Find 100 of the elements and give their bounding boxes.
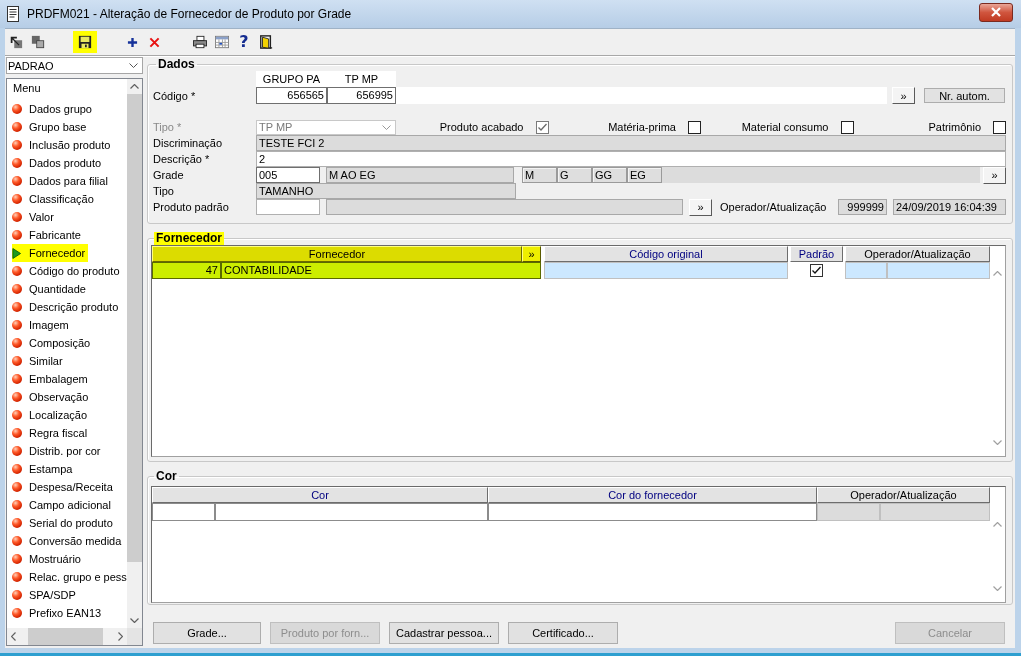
checkbox[interactable]: [840, 120, 854, 134]
menu-item[interactable]: Regra fiscal: [12, 424, 91, 442]
section-title: Fornecedor: [154, 232, 224, 245]
chevron-right-icon[interactable]: [118, 632, 123, 641]
bullet-icon: [12, 464, 22, 474]
menu-item[interactable]: Imagem: [12, 316, 72, 334]
lookup-button[interactable]: »: [689, 198, 712, 216]
column-header[interactable]: Padrão: [790, 246, 843, 262]
menu-item[interactable]: Localização: [12, 406, 91, 424]
code-field[interactable]: 656565: [256, 87, 327, 104]
bullet-icon: [12, 500, 22, 510]
column-header[interactable]: Cor do fornecedor: [488, 487, 817, 503]
bullet-icon: [12, 122, 22, 132]
chevron-down-icon[interactable]: [993, 440, 1002, 445]
menu-item[interactable]: Serial do produto: [12, 514, 116, 532]
menu-item[interactable]: Despesa/Receita: [12, 478, 116, 496]
bullet-icon: [12, 266, 22, 276]
chevron-up-icon[interactable]: [993, 271, 1002, 276]
field-label: Tipo: [153, 185, 175, 197]
menu-item[interactable]: Descrição produto: [12, 298, 122, 316]
field-label: Grade: [153, 169, 185, 181]
menu-item[interactable]: Similar: [12, 352, 66, 370]
bullet-icon: [12, 392, 22, 402]
menu-item[interactable]: Classificação: [12, 190, 97, 208]
code-field[interactable]: [256, 199, 320, 215]
bullet-icon: [12, 176, 22, 186]
code-field[interactable]: 656995: [327, 87, 396, 104]
lookup-button[interactable]: »: [892, 87, 915, 104]
menu-item[interactable]: Distrib. por cor: [12, 442, 104, 460]
bullet-icon: [12, 572, 22, 582]
input-field[interactable]: [396, 87, 887, 104]
action-button[interactable]: Certificado...: [508, 622, 618, 644]
column-header[interactable]: Código original: [544, 246, 788, 262]
action-button[interactable]: Cadastrar pessoa...: [389, 622, 499, 644]
text-field[interactable]: 2: [256, 151, 1006, 167]
bullet-icon: [12, 338, 22, 348]
printer-icon: [193, 35, 207, 49]
text-field[interactable]: 24/09/2019 16:04:39: [893, 199, 1006, 215]
bullet-icon: [12, 212, 22, 222]
scrollbar-corner: [127, 628, 142, 645]
menu-item[interactable]: Valor: [12, 208, 57, 226]
profile-select[interactable]: PADRAO: [6, 57, 143, 74]
bullet-icon: [12, 554, 22, 564]
menu-item[interactable]: Composição: [12, 334, 94, 352]
checkbox-label: Produto acabado: [439, 121, 524, 133]
checkbox[interactable]: [688, 120, 701, 134]
menu-item[interactable]: Inclusão produto: [12, 136, 114, 154]
chevron-down-icon[interactable]: [130, 618, 139, 623]
auto-number-button[interactable]: Nr. autom.: [924, 88, 1005, 103]
menu-item[interactable]: Grupo base: [12, 118, 90, 136]
help-button[interactable]: ?: [233, 31, 255, 53]
size-cell: M: [522, 167, 557, 183]
code-field[interactable]: 005: [256, 167, 320, 183]
menu-item[interactable]: Campo adicional: [12, 496, 114, 514]
lookup-button[interactable]: »: [522, 246, 541, 262]
text-field[interactable]: TAMANHO: [256, 183, 516, 199]
menu-item[interactable]: Prefixo EAN13: [12, 604, 105, 622]
chevron-down-icon[interactable]: [993, 586, 1002, 591]
checkbox[interactable]: [993, 120, 1006, 134]
table-cell: 47: [152, 262, 221, 279]
menu-item[interactable]: Mostruário: [12, 550, 84, 568]
column-header[interactable]: Cor: [152, 487, 488, 503]
bullet-icon: [12, 374, 22, 384]
bullet-icon: [12, 104, 22, 114]
menu-item[interactable]: Código do produto: [12, 262, 123, 280]
menu-item[interactable]: Embalagem: [12, 370, 91, 388]
menu-item[interactable]: Dados produto: [12, 154, 105, 172]
text-field[interactable]: M AO EG: [326, 167, 514, 183]
column-header: GRUPO PA: [256, 71, 327, 87]
save-button[interactable]: [73, 31, 97, 53]
menu-item[interactable]: Dados grupo: [12, 100, 95, 118]
bullet-icon: [12, 590, 22, 600]
close-button[interactable]: [979, 2, 1013, 22]
menu-item[interactable]: Conversão medida: [12, 532, 125, 550]
bullet-icon: [12, 410, 22, 420]
menu-item[interactable]: Observação: [12, 388, 92, 406]
checkbox[interactable]: [810, 264, 823, 277]
column-header[interactable]: Operador/Atualização: [845, 246, 990, 262]
chevron-left-icon[interactable]: [11, 632, 16, 641]
menu-item[interactable]: SPA/SDP: [12, 586, 79, 604]
menu-item[interactable]: Fornecedor: [12, 244, 89, 262]
text-field[interactable]: [326, 199, 683, 215]
chevron-up-icon[interactable]: [130, 84, 139, 89]
menu-item[interactable]: Relac. grupo e pess: [12, 568, 127, 586]
scroll-thumb[interactable]: [28, 628, 103, 645]
column-header[interactable]: Fornecedor: [152, 246, 522, 262]
column-header[interactable]: Operador/Atualização: [817, 487, 990, 503]
section-title: Dados: [157, 58, 196, 71]
menu-item[interactable]: Dados para filial: [12, 172, 111, 190]
chevron-up-icon[interactable]: [993, 522, 1002, 527]
menu-item[interactable]: Quantidade: [12, 280, 89, 298]
text-field[interactable]: TESTE FCI 2: [256, 135, 1006, 151]
text-field[interactable]: 999999: [838, 199, 887, 215]
size-cell: EG: [627, 167, 662, 183]
menu-item[interactable]: Estampa: [12, 460, 76, 478]
size-cell: GG: [592, 167, 627, 183]
document-icon: [6, 6, 20, 22]
horizontal-scrollbar[interactable]: [7, 628, 127, 645]
action-button[interactable]: Grade...: [153, 622, 261, 644]
menu-item[interactable]: Fabricante: [12, 226, 84, 244]
